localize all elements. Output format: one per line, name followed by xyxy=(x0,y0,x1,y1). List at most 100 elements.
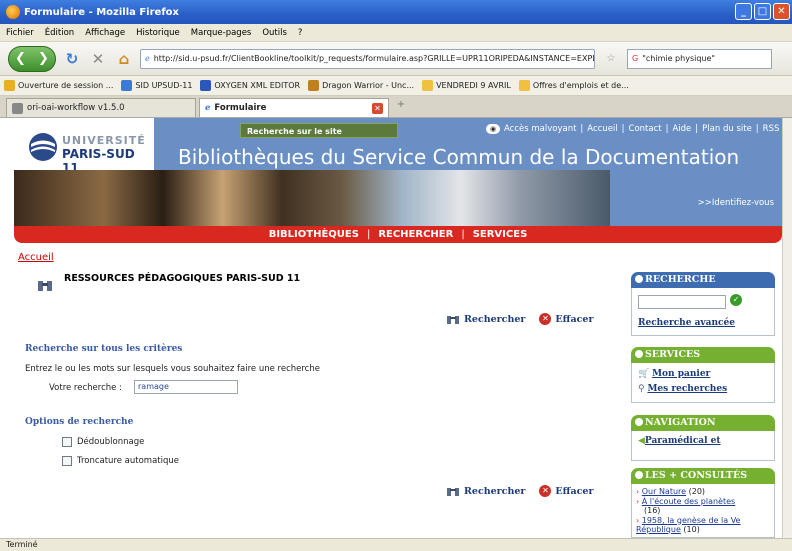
navigation-box: NAVIGATION ◀Paramédical et xyxy=(631,415,775,461)
navigation-title: NAVIGATION xyxy=(631,415,775,431)
url-text: http://sid.u-psud.fr/ClientBookline/tool… xyxy=(153,54,595,63)
bookmark-star-icon[interactable]: ☆ xyxy=(601,49,621,69)
recherches-link[interactable]: Mes recherches xyxy=(647,384,727,394)
window-title: Formulaire - Mozilla Firefox xyxy=(24,6,179,18)
back-icon[interactable]: ❮ xyxy=(15,51,26,66)
forward-icon[interactable]: ❯ xyxy=(38,51,49,66)
menu-outils[interactable]: Outils xyxy=(262,28,287,38)
search-input[interactable]: ramage xyxy=(134,380,238,394)
menu-edition[interactable]: Édition xyxy=(45,28,74,38)
status-bar: Terminé xyxy=(0,538,792,551)
dedup-checkbox[interactable] xyxy=(62,437,72,447)
address-bar[interactable]: ℯ http://sid.u-psud.fr/ClientBookline/to… xyxy=(140,48,595,69)
google-icon: G xyxy=(632,54,639,63)
bookmark-item[interactable]: VENDREDI 9 AVRIL xyxy=(422,80,511,91)
menu-marque-pages[interactable]: Marque-pages xyxy=(191,28,252,38)
tab-close-icon[interactable]: ✕ xyxy=(372,103,383,114)
new-tab-button[interactable]: + xyxy=(392,99,410,115)
binoculars-icon xyxy=(38,281,52,291)
bullet-icon xyxy=(635,471,643,479)
tab-formulaire[interactable]: ℯ Formulaire ✕ xyxy=(199,98,389,117)
logo-emblem-icon xyxy=(29,133,57,161)
bookmark-item[interactable]: Ouverture de session ... xyxy=(4,80,113,91)
popular-item: › Our Nature (20) xyxy=(636,487,706,496)
clear-button-top[interactable]: ✕ Effacer xyxy=(539,313,593,325)
link-plan[interactable]: Plan du site xyxy=(702,124,752,134)
top-links: ◉ Accès malvoyant | Accueil | Contact | Aid… xyxy=(486,124,779,134)
trunc-checkbox[interactable] xyxy=(62,456,72,466)
bookmark-icon xyxy=(200,80,212,91)
bookmarks-toolbar: Ouverture de session ... SID UPSUD-11 OX… xyxy=(0,76,792,96)
bookmark-icon xyxy=(308,80,320,91)
advanced-search-link[interactable]: Recherche avancée xyxy=(638,318,735,328)
go-icon[interactable]: ✓ xyxy=(730,294,742,306)
identify-link[interactable]: >>Identifiez-vous xyxy=(698,198,774,208)
tab-workflow[interactable]: ori-oai-workflow v1.5.0 xyxy=(6,98,196,117)
option-trunc[interactable]: Troncature automatique xyxy=(62,456,179,466)
tab-icon: ℯ xyxy=(205,103,211,113)
arrow-icon: ◀ xyxy=(638,436,645,446)
bookmark-item[interactable]: SID UPSUD-11 xyxy=(121,80,192,91)
nav-paramedical[interactable]: Paramédical et xyxy=(645,436,721,446)
search-label: Votre recherche : xyxy=(49,383,122,393)
folder-icon xyxy=(422,80,434,91)
clear-button-bottom[interactable]: ✕ Effacer xyxy=(539,485,593,497)
menu-historique[interactable]: Historique xyxy=(136,28,180,38)
tab-bar: ori-oai-workflow v1.5.0 ℯ Formulaire ✕ + xyxy=(0,96,792,118)
clear-icon: ✕ xyxy=(539,485,552,497)
university-logo[interactable]: UNIVERSITÉ PARIS-SUD 11 xyxy=(14,118,154,175)
navigation-toolbar: ❮ ❯ ↻ ✕ ⌂ ℯ http://sid.u-psud.fr/ClientB… xyxy=(0,42,792,76)
site-search-field[interactable]: Recherche sur le site xyxy=(240,123,398,138)
vertical-scrollbar[interactable] xyxy=(782,118,792,538)
link-malvoyant[interactable]: Accès malvoyant xyxy=(504,124,576,134)
minimize-button[interactable]: _ xyxy=(735,3,752,20)
tab-icon xyxy=(12,102,23,114)
clear-icon: ✕ xyxy=(539,313,552,325)
site-title: Bibliothèques du Service Commun de la Do… xyxy=(178,145,740,169)
link-contact[interactable]: Contact xyxy=(629,124,662,134)
option-dedup[interactable]: Dédoublonnage xyxy=(62,437,144,447)
actions-top: Rechercher ✕ Effacer xyxy=(446,313,593,325)
binoculars-icon: ⚲ xyxy=(638,384,645,394)
popular-box: LES + CONSULTÉS › Our Nature (20) › À l'… xyxy=(631,468,775,538)
catalogue-search-input[interactable] xyxy=(638,295,726,309)
page-icon: ℯ xyxy=(145,54,150,63)
back-forward-buttons[interactable]: ❮ ❯ xyxy=(8,45,56,72)
identify-area: >>Identifiez-vous xyxy=(610,170,782,226)
link-aide[interactable]: Aide xyxy=(672,124,691,134)
search-instructions: Entrez le ou les mots sur lesquels vous … xyxy=(25,364,320,374)
panier-link[interactable]: Mon panier xyxy=(652,369,710,379)
stop-icon[interactable]: ✕ xyxy=(88,49,108,69)
menu-affichage[interactable]: Affichage xyxy=(85,28,125,38)
binoculars-icon xyxy=(447,488,459,496)
link-accueil[interactable]: Accueil xyxy=(587,124,617,134)
search-button-bottom[interactable]: Rechercher xyxy=(446,485,525,497)
bookmark-icon xyxy=(121,80,133,91)
bullet-icon xyxy=(635,275,643,283)
reload-icon[interactable]: ↻ xyxy=(62,49,82,69)
menu-fichier[interactable]: Fichier xyxy=(6,28,34,38)
bookmark-item[interactable]: OXYGEN XML EDITOR xyxy=(200,80,300,91)
catalogue-box: RECHERCHE CATALOGUE ✓ Recherche avancée xyxy=(631,272,775,336)
home-icon[interactable]: ⌂ xyxy=(114,49,134,69)
options-section-title: Options de recherche xyxy=(25,417,134,427)
maximize-button[interactable]: □ xyxy=(754,3,771,20)
window-title-bar: Formulaire - Mozilla Firefox _ □ ✕ xyxy=(0,0,792,24)
menu-bar: Fichier Édition Affichage Historique Mar… xyxy=(0,24,792,42)
binoculars-icon xyxy=(447,316,459,324)
breadcrumb-accueil[interactable]: Accueil xyxy=(18,252,54,263)
menu-rechercher[interactable]: RECHERCHER xyxy=(378,229,453,240)
bookmark-item[interactable]: Dragon Warrior - Unc... xyxy=(308,80,414,91)
close-button[interactable]: ✕ xyxy=(773,3,790,20)
menu-services[interactable]: SERVICES xyxy=(473,229,528,240)
search-bar[interactable]: G "chimie physique" xyxy=(627,48,772,69)
search-button-top[interactable]: Rechercher xyxy=(446,313,525,325)
search-bar-text: "chimie physique" xyxy=(642,54,716,63)
menu-help[interactable]: ? xyxy=(298,28,303,38)
menu-bibliotheques[interactable]: BIBLIOTHÈQUES xyxy=(269,229,359,240)
link-rss[interactable]: RSS xyxy=(763,124,780,134)
header-photos xyxy=(14,170,610,226)
eye-icon: ◉ xyxy=(486,124,500,134)
bookmark-item[interactable]: Offres d'emplois et de... xyxy=(518,80,629,91)
site-main-menu: BIBLIOTHÈQUES | RECHERCHER | SERVICES xyxy=(14,226,782,243)
